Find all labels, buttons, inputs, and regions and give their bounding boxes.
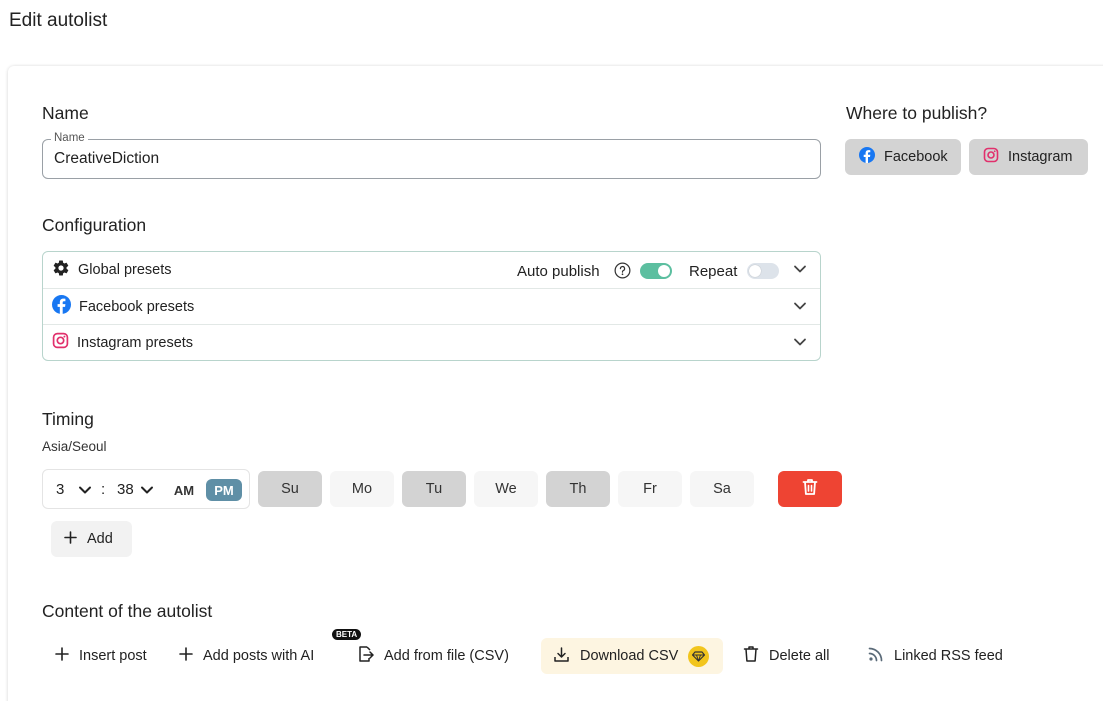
minute-select[interactable]: 38 (117, 481, 134, 498)
premium-diamond-icon (688, 645, 710, 667)
delete-all-label: Delete all (769, 648, 830, 664)
rss-icon (868, 646, 884, 666)
trash-icon (802, 478, 818, 501)
facebook-presets-label: Facebook presets (79, 298, 195, 315)
download-csv-label: Download CSV (580, 648, 679, 664)
chevron-down-icon[interactable] (140, 483, 154, 502)
trash-icon (743, 645, 759, 667)
configuration-panel: Global presets Auto publish Repeat Faceb… (42, 251, 821, 361)
instagram-icon (52, 332, 69, 354)
delete-all-button[interactable]: Delete all (743, 638, 829, 674)
repeat-label: Repeat (689, 263, 738, 280)
facebook-icon (859, 147, 875, 167)
plus-icon (55, 647, 69, 665)
plus-icon (179, 647, 193, 665)
am-button[interactable]: AM (167, 479, 201, 501)
publish-section-title: Where to publish? (846, 103, 988, 123)
day-wednesday[interactable]: We (474, 471, 538, 507)
global-presets-row[interactable]: Global presets Auto publish Repeat (43, 252, 820, 288)
linked-rss-button[interactable]: Linked RSS feed (868, 638, 1003, 674)
day-sunday[interactable]: Su (258, 471, 322, 507)
publish-facebook-button[interactable]: Facebook (845, 139, 961, 175)
file-import-icon (356, 645, 374, 667)
facebook-presets-row[interactable]: Facebook presets (43, 288, 820, 324)
hour-select[interactable]: 3 (56, 481, 64, 498)
content-section-title: Content of the autolist (42, 601, 213, 621)
linked-rss-label: Linked RSS feed (894, 648, 1003, 664)
name-field-legend: Name (51, 132, 88, 144)
publish-instagram-label: Instagram (1008, 149, 1073, 165)
help-icon[interactable] (614, 262, 631, 284)
timezone-label: Asia/Seoul (42, 439, 107, 454)
auto-publish-toggle[interactable] (640, 263, 672, 279)
name-input[interactable] (54, 149, 794, 169)
instagram-presets-row[interactable]: Instagram presets (43, 324, 820, 360)
add-schedule-button[interactable]: Add (51, 521, 132, 557)
insert-post-label: Insert post (79, 648, 147, 664)
time-separator: : (101, 481, 106, 498)
download-csv-button[interactable]: Download CSV (541, 638, 724, 674)
publish-instagram-button[interactable]: Instagram (969, 139, 1088, 175)
facebook-icon (52, 294, 71, 319)
chevron-down-icon[interactable] (78, 483, 92, 502)
configuration-section-title: Configuration (42, 215, 147, 235)
insert-post-button[interactable]: Insert post (55, 638, 147, 674)
timing-section-title: Timing (42, 409, 94, 429)
delete-schedule-button[interactable] (778, 471, 842, 507)
day-saturday[interactable]: Sa (690, 471, 754, 507)
day-friday[interactable]: Fr (618, 471, 682, 507)
chevron-down-icon[interactable] (793, 335, 807, 354)
auto-publish-label: Auto publish (517, 263, 600, 280)
time-picker: 3 : 38 AM PM (42, 469, 250, 509)
publish-facebook-label: Facebook (884, 149, 948, 165)
add-from-file-label: Add from file (CSV) (384, 648, 509, 664)
name-section-title: Name (42, 103, 89, 123)
repeat-toggle[interactable] (747, 263, 779, 279)
instagram-presets-label: Instagram presets (77, 334, 194, 351)
name-field[interactable]: Name (42, 132, 821, 179)
toggle-knob (749, 265, 761, 277)
plus-icon (64, 530, 77, 548)
instagram-icon (983, 147, 999, 167)
add-posts-ai-button[interactable]: Add posts with AI (179, 638, 314, 674)
chevron-down-icon[interactable] (793, 299, 807, 318)
chevron-down-icon[interactable] (793, 262, 807, 281)
page-title: Edit autolist (9, 10, 108, 31)
gear-icon (52, 259, 70, 282)
global-presets-label: Global presets (78, 262, 172, 278)
download-icon (553, 646, 570, 667)
add-label: Add (87, 531, 113, 547)
add-posts-ai-label: Add posts with AI (203, 648, 315, 664)
day-monday[interactable]: Mo (330, 471, 394, 507)
day-tuesday[interactable]: Tu (402, 471, 466, 507)
toggle-knob (658, 265, 670, 277)
pm-button[interactable]: PM (206, 479, 242, 501)
day-thursday[interactable]: Th (546, 471, 610, 507)
add-from-file-button[interactable]: Add from file (CSV) (356, 638, 509, 674)
